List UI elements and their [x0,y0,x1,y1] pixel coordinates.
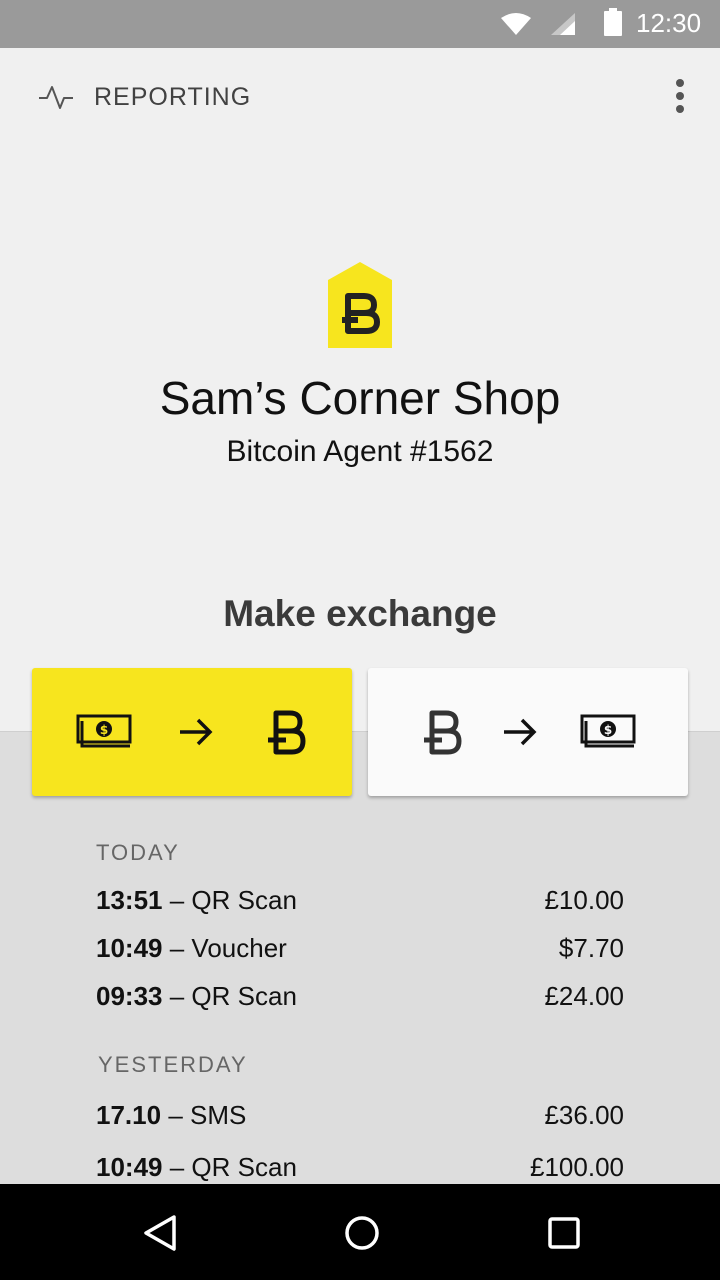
transaction-amount: £36.00 [544,1100,624,1130]
transaction-method: SMS [190,1100,247,1130]
transaction-time: 10:49 [96,1152,163,1182]
svg-text:$: $ [604,723,612,737]
transaction-amount: £100.00 [530,1152,624,1182]
transaction-method: Voucher [191,933,287,963]
transaction-amount: £10.00 [544,885,624,915]
bitcoin-icon [424,710,462,755]
transaction-amount: $7.70 [558,933,624,963]
separator: – [169,885,192,915]
transaction-row[interactable]: 09:33 – QR Scan £24.00 [96,979,624,1013]
arrow-right-icon [180,718,213,746]
bitcoin-to-cash-button[interactable]: $ [368,668,688,796]
overflow-menu-icon[interactable] [664,74,696,118]
transaction-row[interactable]: 13:51 – QR Scan £10.00 [96,883,624,917]
svg-text:$: $ [100,723,108,737]
status-time: 12:30 [636,8,702,38]
separator: – [169,981,192,1011]
cash-to-bitcoin-button[interactable]: $ [32,668,352,796]
app-screen: REPORTING Sam’s Corner Shop Bitcoin Agen… [0,48,720,1184]
system-nav-bar [0,1184,720,1280]
status-bar: 12:30 [0,0,720,48]
transaction-time: 17.10 [96,1100,162,1130]
header-area: REPORTING Sam’s Corner Shop Bitcoin Agen… [0,48,720,732]
battery-icon [604,8,622,36]
transaction-row[interactable]: 10:49 – QR Scan £100.00 [96,1150,624,1184]
transaction-row[interactable]: 10:49 – Voucher $7.70 [96,931,624,965]
cash-icon: $ [580,714,636,748]
cell-signal-icon [551,13,575,35]
back-icon[interactable] [142,1214,178,1252]
recents-icon[interactable] [546,1215,582,1251]
bitcoin-agent-logo [328,262,392,348]
transaction-method: QR Scan [191,981,297,1011]
separator: – [169,1152,192,1182]
separator: – [168,1100,190,1130]
shop-name: Sam’s Corner Shop [159,372,561,424]
transaction-row[interactable]: 17.10 – SMS £36.00 [96,1098,624,1132]
reporting-link[interactable]: REPORTING [94,82,251,112]
make-exchange-title: Make exchange [223,593,497,634]
separator: – [169,933,192,963]
arrow-right-icon [504,718,537,746]
history-group-label: YESTERDAY [98,1052,248,1077]
home-icon[interactable] [342,1213,382,1253]
reporting-pulse-icon[interactable] [38,84,74,110]
transaction-method: QR Scan [191,1152,297,1182]
history-group-label: TODAY [96,840,180,865]
transaction-method: QR Scan [191,885,297,915]
transaction-time: 10:49 [96,933,163,963]
agent-id: Bitcoin Agent #1562 [226,435,494,468]
wifi-icon [501,13,531,35]
bitcoin-icon [268,710,306,755]
transaction-time: 09:33 [96,981,163,1011]
transaction-time: 13:51 [96,885,163,915]
cash-icon: $ [76,714,132,748]
transaction-amount: £24.00 [544,981,624,1011]
